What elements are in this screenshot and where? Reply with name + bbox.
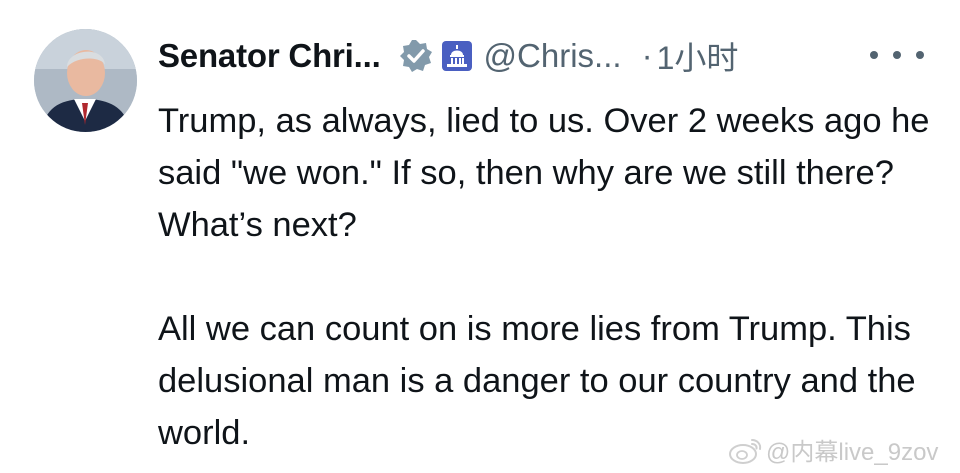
- watermark: @内幕live_9zov: [728, 432, 938, 467]
- header-separator: ·: [641, 37, 653, 74]
- weibo-icon: [729, 438, 762, 464]
- avatar-photo: [34, 29, 137, 132]
- user-handle[interactable]: @Chris...: [484, 37, 622, 75]
- tweet-paragraph-1: Trump, as always, lied to us. Over 2 wee…: [158, 102, 930, 244]
- more-options-icon[interactable]: [870, 40, 924, 70]
- post-time[interactable]: 1小时: [657, 33, 739, 79]
- capitol-building-icon[interactable]: [441, 41, 472, 71]
- tweet[interactable]: Senator Chri... @Chris... · 1小时 Trump, a…: [0, 0, 960, 473]
- tweet-header: Senator Chri... @Chris... · 1小时: [158, 28, 738, 84]
- verified-badge-icon[interactable]: [399, 39, 433, 73]
- watermark-text: @内幕live_9zov: [766, 439, 939, 466]
- tweet-text: Trump, as always, lied to us. Over 2 wee…: [158, 95, 948, 459]
- display-name[interactable]: Senator Chri...: [158, 37, 381, 75]
- avatar[interactable]: [34, 29, 137, 132]
